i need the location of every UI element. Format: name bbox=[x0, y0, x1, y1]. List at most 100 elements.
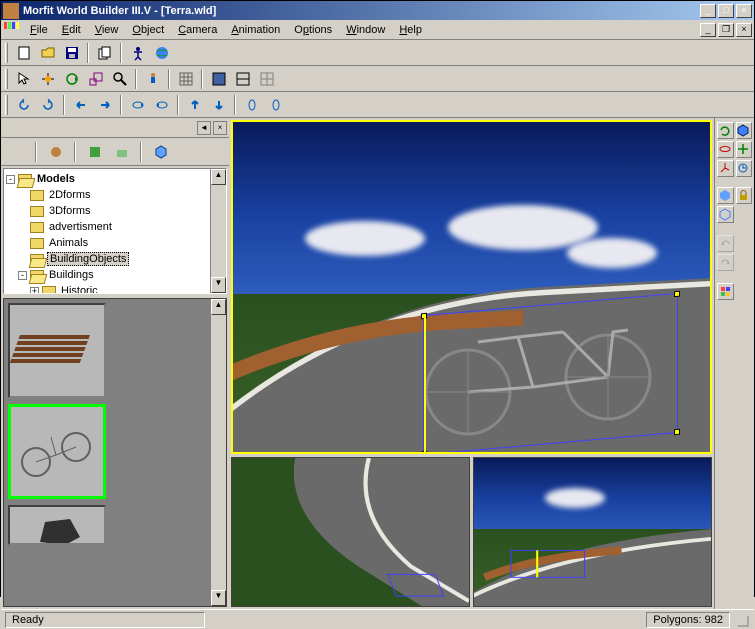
menu-camera[interactable]: Camera bbox=[171, 22, 224, 38]
tree-scrollbar[interactable]: ▲ ▼ bbox=[210, 169, 226, 293]
close-button[interactable]: × bbox=[736, 4, 752, 18]
panel-toolbar bbox=[1, 138, 229, 166]
workspace: ◄ × - Models 2Dforms 3Dforms advertis bbox=[1, 118, 754, 609]
rotate-x-ccw-button[interactable] bbox=[126, 94, 149, 116]
new-button[interactable] bbox=[12, 42, 35, 64]
move-button[interactable] bbox=[36, 68, 59, 90]
panel-tab3-button[interactable] bbox=[83, 141, 106, 163]
thumb-bench[interactable] bbox=[8, 303, 106, 398]
arrow-right-button[interactable] bbox=[93, 94, 116, 116]
menu-bar: File Edit View Object Camera Animation O… bbox=[1, 20, 754, 40]
menu-edit[interactable]: Edit bbox=[55, 22, 88, 38]
window-title: Morfit World Builder III.V - [Terra.wld] bbox=[23, 5, 700, 17]
thumb-scrollbar[interactable]: ▲ ▼ bbox=[210, 299, 226, 606]
mdi-close-button[interactable]: × bbox=[736, 23, 752, 37]
zoom-button[interactable] bbox=[108, 68, 131, 90]
tree-view[interactable]: - Models 2Dforms 3Dforms advertisment An… bbox=[3, 168, 227, 294]
panel-tab2-button[interactable] bbox=[44, 141, 67, 163]
minimize-button[interactable]: _ bbox=[700, 4, 716, 18]
panel-tab5-button[interactable] bbox=[149, 141, 172, 163]
tool-cube3-button[interactable] bbox=[717, 206, 734, 223]
title-bar: Morfit World Builder III.V - [Terra.wld]… bbox=[1, 1, 754, 20]
tree-item-animals[interactable]: Animals bbox=[6, 235, 224, 251]
panel-back-button[interactable]: ◄ bbox=[197, 121, 211, 135]
scroll-up-button[interactable]: ▲ bbox=[211, 169, 226, 185]
viewport-side[interactable] bbox=[473, 457, 712, 607]
tool-puzzle-button[interactable] bbox=[717, 283, 734, 300]
arrow-left-button[interactable] bbox=[69, 94, 92, 116]
maximize-button[interactable]: □ bbox=[718, 4, 734, 18]
rotate-ccw-button[interactable] bbox=[12, 94, 35, 116]
panel-tab1-button[interactable] bbox=[5, 141, 28, 163]
tool-lock-button[interactable] bbox=[736, 187, 753, 204]
window2-button[interactable] bbox=[231, 68, 254, 90]
window1-button[interactable] bbox=[207, 68, 230, 90]
menu-view[interactable]: View bbox=[88, 22, 126, 38]
thumb-rock[interactable] bbox=[8, 505, 106, 545]
window3-button[interactable] bbox=[255, 68, 278, 90]
tree-root[interactable]: - Models bbox=[6, 171, 224, 187]
save-button[interactable] bbox=[60, 42, 83, 64]
tree-item-2dforms[interactable]: 2Dforms bbox=[6, 187, 224, 203]
folder-icon bbox=[18, 174, 32, 185]
selection-box[interactable] bbox=[423, 293, 678, 454]
menu-options[interactable]: Options bbox=[287, 22, 339, 38]
viewport-main[interactable] bbox=[231, 120, 712, 454]
thumbnail-panel: ▲ ▼ bbox=[3, 298, 227, 607]
scroll-down-button[interactable]: ▼ bbox=[211, 277, 226, 293]
resize-grip[interactable] bbox=[734, 612, 750, 628]
tool-refresh-button[interactable] bbox=[717, 122, 734, 139]
arrow-down-button[interactable] bbox=[207, 94, 230, 116]
rotate-x-cw-button[interactable] bbox=[150, 94, 173, 116]
tree-item-historic[interactable]: +Historic bbox=[6, 283, 224, 294]
folder-icon bbox=[30, 238, 44, 249]
folder-icon bbox=[42, 286, 56, 295]
status-left: Ready bbox=[5, 612, 205, 628]
folder-icon bbox=[30, 206, 44, 217]
viewport-top[interactable] bbox=[231, 457, 470, 607]
mdi-minimize-button[interactable]: _ bbox=[700, 23, 716, 37]
tool-move-button[interactable] bbox=[736, 141, 753, 158]
tool-redo-button[interactable] bbox=[717, 254, 734, 271]
select-button[interactable] bbox=[12, 68, 35, 90]
menu-help[interactable]: Help bbox=[392, 22, 429, 38]
tool-undo-button[interactable] bbox=[717, 235, 734, 252]
scroll-up-button[interactable]: ▲ bbox=[211, 299, 226, 315]
panel-tab4-button[interactable] bbox=[110, 141, 133, 163]
mdi-icon bbox=[3, 22, 19, 38]
rotate-z-cw-button[interactable] bbox=[264, 94, 287, 116]
collapse-icon[interactable]: - bbox=[18, 271, 27, 280]
mdi-restore-button[interactable]: ❐ bbox=[718, 23, 734, 37]
accessibility-button[interactable] bbox=[126, 42, 149, 64]
copy-button[interactable] bbox=[93, 42, 116, 64]
tool-cube-button[interactable] bbox=[736, 122, 753, 139]
grid-button[interactable] bbox=[174, 68, 197, 90]
tree-item-3dforms[interactable]: 3Dforms bbox=[6, 203, 224, 219]
rotate-cw-button[interactable] bbox=[36, 94, 59, 116]
arrow-up-button[interactable] bbox=[183, 94, 206, 116]
rotate-z-ccw-button[interactable] bbox=[240, 94, 263, 116]
status-polygons: Polygons: 982 bbox=[646, 612, 730, 628]
person-button[interactable] bbox=[141, 68, 164, 90]
scroll-down-button[interactable]: ▼ bbox=[211, 590, 226, 606]
tool-cube2-button[interactable] bbox=[717, 187, 734, 204]
menu-object[interactable]: Object bbox=[125, 22, 171, 38]
panel-close-button[interactable]: × bbox=[213, 121, 227, 135]
menu-animation[interactable]: Animation bbox=[224, 22, 287, 38]
tree-item-buildingobjects[interactable]: BuildingObjects bbox=[6, 251, 224, 267]
tree-item-buildings[interactable]: -Buildings bbox=[6, 267, 224, 283]
tool-axes-button[interactable] bbox=[717, 160, 734, 177]
thumb-bicycle[interactable] bbox=[8, 404, 106, 499]
tree-item-advertisment[interactable]: advertisment bbox=[6, 219, 224, 235]
globe-button[interactable] bbox=[150, 42, 173, 64]
menu-file[interactable]: File bbox=[23, 22, 55, 38]
tool-rotate-x-button[interactable] bbox=[717, 141, 734, 158]
scale-button[interactable] bbox=[84, 68, 107, 90]
expand-icon[interactable]: + bbox=[30, 287, 39, 295]
open-button[interactable] bbox=[36, 42, 59, 64]
menu-window[interactable]: Window bbox=[339, 22, 392, 38]
folder-icon bbox=[30, 254, 44, 265]
rotate-button[interactable] bbox=[60, 68, 83, 90]
collapse-icon[interactable]: - bbox=[6, 175, 15, 184]
tool-reset-button[interactable] bbox=[736, 160, 753, 177]
